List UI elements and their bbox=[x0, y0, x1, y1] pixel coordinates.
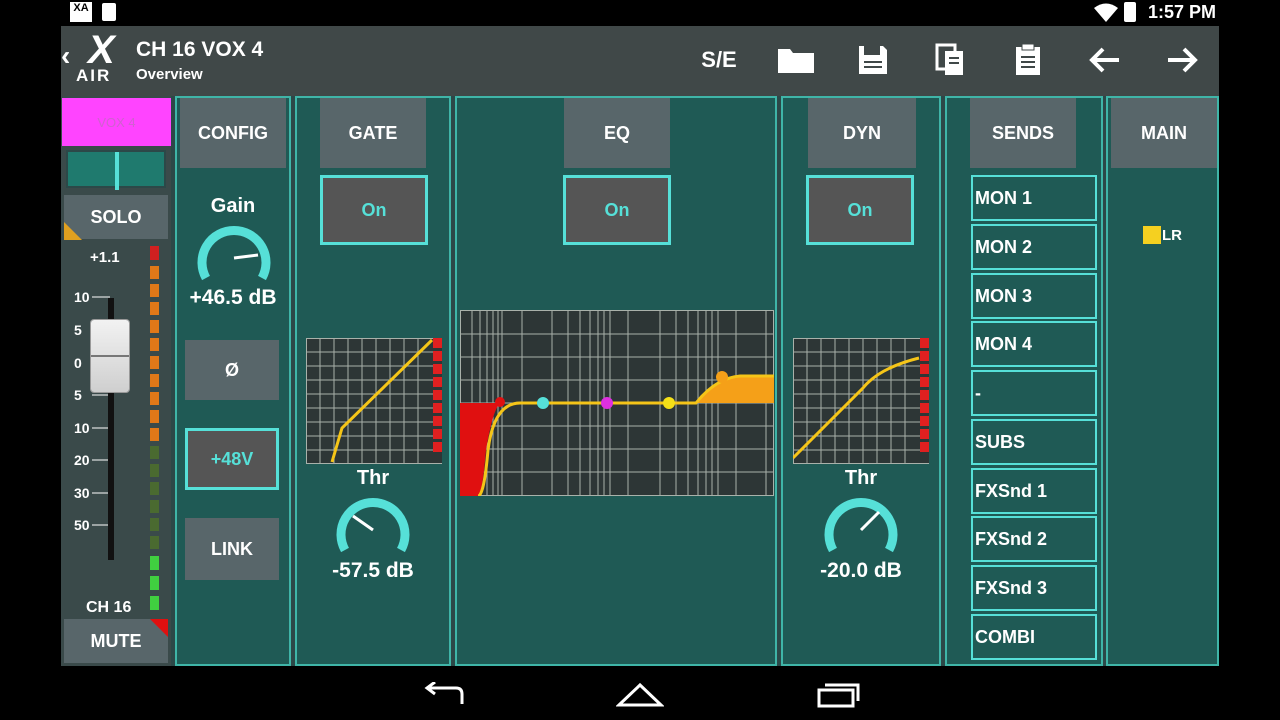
solo-indicator-icon bbox=[64, 222, 82, 240]
save-button[interactable] bbox=[848, 36, 898, 84]
tab-sends[interactable]: SENDS bbox=[970, 98, 1076, 168]
main-tab-label: MAIN bbox=[1141, 122, 1187, 143]
level-meter bbox=[150, 246, 159, 610]
scale-label: 5 bbox=[74, 322, 82, 338]
send-item-fxsnd1[interactable]: FXSnd 1 bbox=[971, 468, 1097, 514]
channel-name-label: VOX 4 bbox=[97, 114, 136, 130]
main-panel bbox=[1106, 96, 1219, 666]
phase-label: Ø bbox=[224, 359, 239, 380]
redo-button[interactable] bbox=[1157, 36, 1207, 84]
battery-icon bbox=[1124, 2, 1136, 22]
link-label: LINK bbox=[211, 538, 253, 559]
eq-curve-graph[interactable] bbox=[460, 310, 774, 496]
open-folder-button[interactable] bbox=[771, 36, 821, 84]
mute-label: MUTE bbox=[90, 630, 142, 651]
mute-indicator-icon bbox=[150, 619, 168, 637]
gain-knob[interactable] bbox=[194, 218, 274, 284]
scale-label: 5 bbox=[74, 387, 82, 403]
paste-button[interactable] bbox=[1003, 36, 1053, 84]
se-label: S/E bbox=[701, 47, 737, 72]
link-button[interactable]: LINK bbox=[185, 518, 279, 580]
tab-config[interactable]: CONFIG bbox=[180, 98, 286, 168]
app-logo-icon: XA bbox=[70, 2, 92, 22]
send-item-empty[interactable]: - bbox=[971, 370, 1097, 416]
gate-curve-graph[interactable] bbox=[306, 338, 442, 464]
channel-color-tile[interactable] bbox=[66, 150, 166, 190]
wifi-icon bbox=[1094, 3, 1118, 22]
status-bar: XA 1:57 PM bbox=[0, 0, 1280, 26]
logo-air: AIR bbox=[76, 66, 112, 85]
tab-eq[interactable]: EQ bbox=[564, 98, 670, 168]
eq-on-button[interactable]: On bbox=[563, 175, 671, 245]
config-tab-label: CONFIG bbox=[198, 122, 268, 143]
phantom-label: +48V bbox=[210, 448, 254, 469]
gain-value: +46.5 dB bbox=[189, 286, 277, 309]
notification-icon bbox=[102, 3, 116, 21]
send-item-fxsnd2[interactable]: FXSnd 2 bbox=[971, 516, 1097, 562]
channel-label: CH 16 bbox=[86, 599, 132, 616]
send-item-fxsnd3[interactable]: FXSnd 3 bbox=[971, 565, 1097, 611]
scale-label: 20 bbox=[74, 452, 90, 468]
dyn-thr-knob[interactable] bbox=[821, 490, 901, 556]
nav-home-icon[interactable] bbox=[616, 682, 664, 708]
tab-main[interactable]: MAIN bbox=[1111, 98, 1217, 168]
gate-tab-label: GATE bbox=[348, 122, 398, 143]
clock: 1:57 PM bbox=[1147, 2, 1216, 22]
scale-label: 10 bbox=[74, 420, 90, 436]
channel-name-badge[interactable]: VOX 4 bbox=[62, 98, 171, 146]
dyn-on-label: On bbox=[847, 199, 873, 220]
nav-recents-icon[interactable] bbox=[816, 682, 860, 708]
send-item-mon3[interactable]: MON 3 bbox=[971, 273, 1097, 319]
send-item-subs[interactable]: SUBS bbox=[971, 419, 1097, 465]
send-item-mon1[interactable]: MON 1 bbox=[971, 175, 1097, 221]
undo-button[interactable] bbox=[1080, 36, 1130, 84]
folder-icon bbox=[778, 49, 814, 73]
dyn-on-button[interactable]: On bbox=[806, 175, 914, 245]
gate-thr-value: -57.5 dB bbox=[332, 559, 414, 582]
xair-logo[interactable]: X AIR bbox=[74, 28, 134, 86]
se-button[interactable]: S/E bbox=[694, 36, 744, 84]
fader-knob[interactable] bbox=[91, 320, 129, 392]
lr-label: LR bbox=[1162, 227, 1182, 244]
scale-label: 50 bbox=[74, 517, 90, 533]
phase-invert-button[interactable]: Ø bbox=[185, 340, 279, 400]
gain-label: Gain bbox=[210, 195, 256, 217]
nav-back-icon[interactable] bbox=[422, 682, 466, 708]
arrow-right-icon bbox=[1168, 47, 1198, 73]
save-icon bbox=[859, 46, 887, 74]
scale-label: 10 bbox=[74, 289, 90, 305]
level-readout: +1.1 bbox=[90, 249, 120, 266]
dyn-thr-value: -20.0 dB bbox=[820, 559, 902, 582]
gate-thr-label: Thr bbox=[356, 467, 390, 489]
page-title: CH 16 VOX 4 bbox=[136, 38, 264, 61]
copy-button[interactable] bbox=[925, 36, 975, 84]
lr-assign-checkbox[interactable] bbox=[1143, 226, 1161, 244]
gate-on-button[interactable]: On bbox=[320, 175, 428, 245]
tab-dyn[interactable]: DYN bbox=[808, 98, 916, 168]
eq-tab-label: EQ bbox=[603, 122, 630, 143]
eq-on-label: On bbox=[604, 199, 630, 220]
solo-label: SOLO bbox=[90, 206, 142, 227]
arrow-left-icon bbox=[1089, 47, 1119, 73]
scale-label: 30 bbox=[74, 485, 90, 501]
gate-on-label: On bbox=[361, 199, 387, 220]
send-item-combi[interactable]: COMBI bbox=[971, 614, 1097, 660]
send-item-mon4[interactable]: MON 4 bbox=[971, 321, 1097, 367]
dyn-tab-label: DYN bbox=[842, 122, 881, 143]
scale-label: 0 bbox=[74, 355, 82, 371]
dyn-thr-label: Thr bbox=[844, 467, 878, 489]
paste-icon bbox=[1016, 43, 1040, 75]
dyn-curve-graph[interactable] bbox=[793, 338, 929, 464]
copy-icon bbox=[935, 43, 963, 75]
sends-tab-label: SENDS bbox=[991, 122, 1054, 143]
back-chevron-icon[interactable]: ‹ bbox=[61, 40, 70, 72]
send-item-mon2[interactable]: MON 2 bbox=[971, 224, 1097, 270]
page-subtitle: Overview bbox=[136, 66, 203, 83]
gate-thr-knob[interactable] bbox=[333, 490, 413, 556]
phantom-power-button[interactable]: +48V bbox=[185, 428, 279, 490]
tab-gate[interactable]: GATE bbox=[320, 98, 426, 168]
